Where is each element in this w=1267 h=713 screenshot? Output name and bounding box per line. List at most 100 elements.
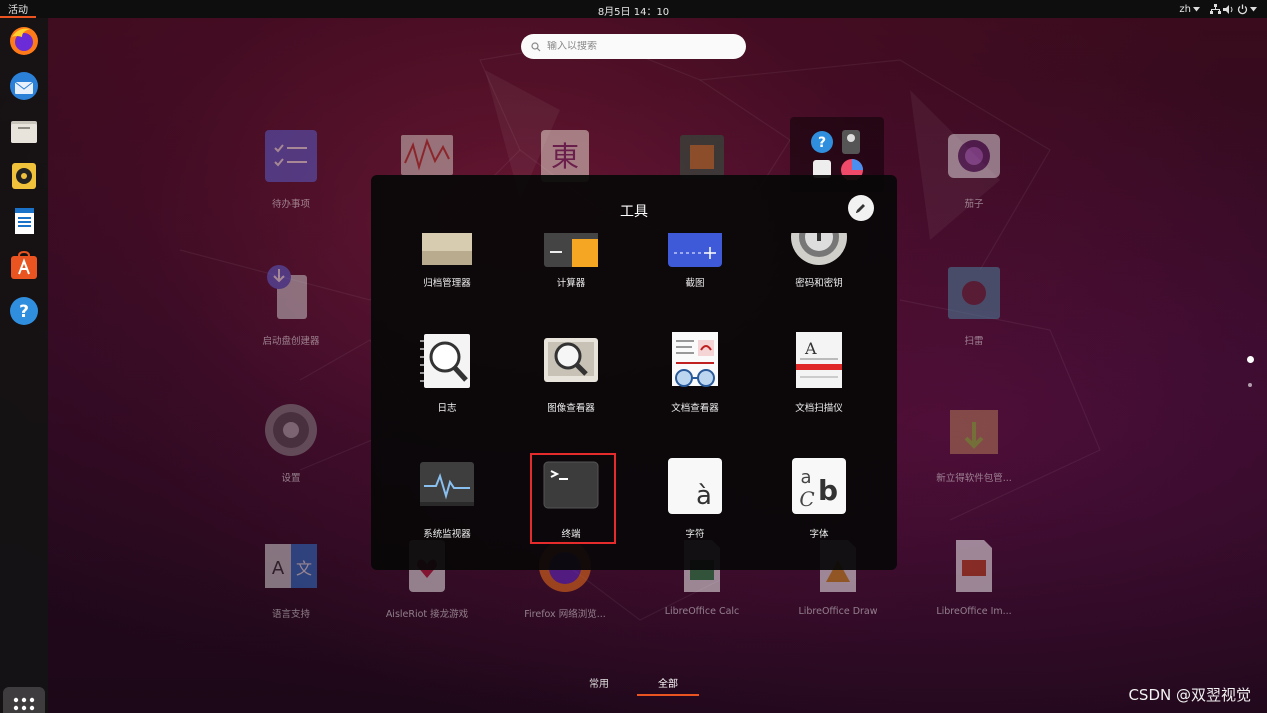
terminal-highlight-box — [530, 453, 616, 544]
app-store-icon — [11, 250, 37, 279]
fonts-icon: aC b — [792, 458, 846, 514]
svg-text:a: a — [800, 467, 811, 488]
app-label: 启动盘创建器 — [262, 336, 320, 347]
svg-text:A: A — [272, 558, 285, 579]
presentation-icon — [956, 540, 992, 592]
svg-text:A: A — [804, 339, 817, 358]
app-fonts[interactable]: aCb 字体 — [764, 458, 874, 540]
app-label: 截图 — [685, 278, 705, 289]
svg-text:?: ? — [19, 302, 29, 322]
keyring-icon — [791, 233, 847, 265]
app-mines[interactable]: 扫雷 — [914, 265, 1034, 347]
language-icon: A文 — [265, 544, 317, 588]
thunderbird-icon — [10, 72, 38, 100]
firefox-icon — [10, 27, 38, 55]
activities-button[interactable]: 活动 — [0, 0, 36, 18]
page-indicator-1[interactable] — [1247, 356, 1254, 363]
dock-rhythmbox[interactable] — [6, 158, 42, 194]
app-label: 新立得软件包管... — [936, 473, 1012, 484]
app-label: 设置 — [281, 473, 301, 484]
folder-title[interactable]: 工具 — [371, 201, 897, 221]
app-label: 日志 — [437, 403, 457, 414]
network-icon — [1210, 3, 1221, 14]
help-icon: ? — [811, 131, 833, 153]
screenshot-icon — [668, 233, 722, 267]
search-icon — [531, 41, 541, 51]
folder-icon — [11, 121, 37, 143]
log-magnifier-icon — [420, 334, 470, 388]
tab-frequent[interactable]: 常用 — [589, 675, 609, 690]
help-icon: ? — [10, 297, 38, 325]
chevron-down-icon — [1193, 6, 1200, 11]
usb-icon — [842, 130, 860, 154]
volume-icon — [1223, 4, 1233, 14]
checklist-icon — [265, 130, 317, 182]
app-document-viewer[interactable]: 文档查看器 — [640, 332, 750, 414]
show-applications-button[interactable] — [3, 687, 45, 713]
input-method-label: zh — [1179, 3, 1191, 15]
dock-files[interactable] — [6, 113, 42, 149]
app-label: 系统监视器 — [423, 529, 471, 540]
mine-icon — [948, 267, 1000, 319]
activities-label: 活动 — [8, 4, 28, 16]
app-settings[interactable]: 设置 — [231, 402, 351, 484]
status-menu[interactable] — [1210, 3, 1257, 15]
svg-text:b: b — [818, 474, 838, 507]
app-language[interactable]: A文 语言支持 — [231, 538, 351, 620]
dock-firefox[interactable] — [6, 23, 42, 59]
app-document-scanner[interactable]: A 文档扫描仪 — [764, 332, 874, 414]
app-label: 密码和密钥 — [795, 278, 843, 289]
system-tray: zh — [1179, 1, 1257, 17]
scanner-icon: A — [796, 332, 842, 388]
pencil-icon — [856, 204, 865, 213]
app-synaptic[interactable]: 新立得软件包管... — [914, 402, 1034, 484]
app-cheese[interactable]: 茄子 — [914, 128, 1034, 210]
app-startup-disk[interactable]: 启动盘创建器 — [231, 265, 351, 347]
app-calculator[interactable]: 计算器 — [516, 269, 626, 289]
tab-all[interactable]: 全部 — [637, 675, 699, 696]
dock-writer[interactable] — [6, 203, 42, 239]
search-bar[interactable] — [521, 34, 746, 59]
page-indicator-2[interactable] — [1248, 383, 1252, 387]
search-input[interactable] — [547, 41, 737, 52]
app-label: 字体 — [809, 529, 829, 540]
app-system-monitor[interactable]: 系统监视器 — [392, 458, 502, 540]
dock: ? — [0, 18, 48, 713]
document-glasses-icon — [672, 332, 718, 387]
rename-folder-button[interactable] — [848, 195, 874, 221]
svg-text:?: ? — [818, 135, 826, 151]
app-label: 文档查看器 — [671, 403, 719, 414]
app-image-viewer[interactable]: 图像查看器 — [516, 332, 626, 414]
app-label: LibreOffice Draw — [798, 606, 878, 617]
svg-text:文: 文 — [296, 559, 312, 578]
app-label: 文档扫描仪 — [795, 403, 843, 414]
chevron-down-icon — [1250, 6, 1257, 11]
folder-popup-tools: 工具 归档管理器 计算器 截图 密码和密钥 日志 图像查看器 文档查看器 A 文… — [371, 175, 897, 570]
archive-icon — [422, 233, 472, 265]
power-icon — [1237, 4, 1248, 14]
app-label: Firefox 网络浏览... — [524, 609, 606, 620]
app-passwords-keys[interactable]: 密码和密钥 — [764, 269, 874, 289]
app-file-roller[interactable]: 归档管理器 — [392, 269, 502, 289]
dock-help[interactable]: ? — [6, 293, 42, 329]
grid-icon — [13, 697, 35, 711]
app-todo[interactable]: 待办事项 — [231, 128, 351, 210]
clock-label[interactable]: 8月5日 14：10 — [598, 7, 669, 18]
app-label: 待办事项 — [271, 199, 310, 210]
app-logs[interactable]: 日志 — [392, 332, 502, 414]
package-icon — [950, 410, 998, 454]
app-characters[interactable]: à 字符 — [640, 458, 750, 540]
gear-icon — [265, 404, 317, 456]
input-method-menu[interactable]: zh — [1179, 4, 1200, 15]
watermark: CSDN @双翌视觉 — [1128, 686, 1251, 704]
dock-software[interactable] — [6, 248, 42, 284]
svg-text:à: à — [696, 481, 712, 511]
camera-icon — [948, 134, 1000, 178]
app-libreoffice-impress[interactable]: LibreOffice Im... — [914, 538, 1034, 617]
app-screenshot[interactable]: 截图 — [640, 269, 750, 289]
app-label: LibreOffice Im... — [936, 606, 1012, 617]
dock-thunderbird[interactable] — [6, 68, 42, 104]
calculator-icon — [544, 233, 598, 267]
app-label: 字符 — [685, 529, 705, 540]
app-label: 归档管理器 — [423, 278, 471, 289]
